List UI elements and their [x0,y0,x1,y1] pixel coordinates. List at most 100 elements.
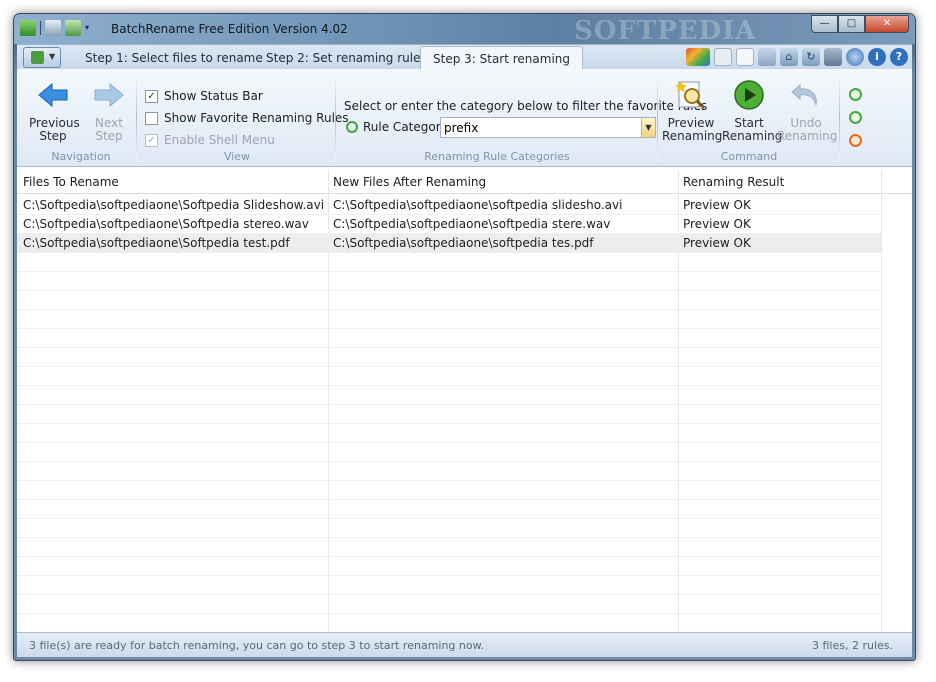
show-status-bar-checkbox[interactable]: ✓ Show Status Bar [145,89,263,103]
remove-rule-icon[interactable] [849,111,862,124]
grid-row-line [17,347,881,348]
chevron-down-icon[interactable]: ▼ [641,118,655,137]
start-renaming-label-2: Renaming [722,129,783,143]
rule-category-combo[interactable]: ▼ [440,117,656,138]
show-favorite-rules-checkbox[interactable]: Show Favorite Renaming Rules [145,111,349,125]
next-step-button[interactable]: Next Step [87,79,131,143]
column-header-result[interactable]: Renaming Result [683,175,784,189]
column-header-files-to-rename[interactable]: Files To Rename [23,175,119,189]
enable-shell-menu-checkbox[interactable]: ✓ Enable Shell Menu [145,133,275,147]
ribbon-separator [335,74,336,162]
file-grid[interactable]: Files To Rename New Files After Renaming… [17,167,912,637]
qat-divider [40,21,41,35]
skin-icon[interactable] [686,48,710,66]
category-instruction: Select or enter the category below to fi… [344,99,708,113]
home-icon[interactable]: ⌂ [780,48,798,66]
app-window: SOFTPEDIA ▾ BatchRename Free Edition Ver… [13,13,916,661]
info-icon[interactable]: i [868,48,886,66]
grid-row-line [17,537,881,538]
result-cell: Preview OK [683,217,751,231]
command-small-icons [849,88,862,147]
film-icon[interactable] [824,48,842,66]
previous-step-button[interactable]: Previous Step [29,79,80,143]
add-rule-icon[interactable] [849,88,862,101]
grid-row-line [17,366,881,367]
refresh-circle-icon [346,121,358,133]
grid-row-line [17,404,881,405]
title-bar[interactable]: SOFTPEDIA ▾ BatchRename Free Edition Ver… [14,14,915,46]
quick-access-toolbar: ▾ [20,20,93,36]
show-favorite-rules-label: Show Favorite Renaming Rules [164,111,349,125]
table-row[interactable]: C:\Softpedia\softpediaone\Softpedia ster… [17,215,881,234]
table-row[interactable]: C:\Softpedia\softpediaone\Softpedia Slid… [17,196,881,215]
save-icon[interactable] [45,20,61,36]
original-path-cell: C:\Softpedia\softpediaone\Softpedia ster… [23,217,309,231]
play-icon [734,80,764,110]
page-icon[interactable] [736,48,754,66]
new-path-cell: C:\Softpedia\softpediaone\softpedia slid… [333,198,623,212]
grid-row-line [17,442,881,443]
status-summary: 3 files, 2 rules. [811,639,893,652]
navigation-group-label: Navigation [51,150,111,163]
tab-step3[interactable]: Step 3: Start renaming [420,46,584,70]
undo-renaming-button[interactable]: Undo Renaming [777,79,838,143]
rule-category-input[interactable] [441,118,637,137]
checkbox-unchecked-icon [145,111,158,125]
grid-row-line [17,461,881,462]
view-group-label: View [223,150,251,163]
watermark: SOFTPEDIA [574,16,757,46]
app-menu-icon [31,51,44,64]
ribbon: Previous Step Next Step Navigation ✓ Sho… [17,69,912,167]
preview-renaming-button[interactable]: Preview Renaming [662,79,722,143]
maximize-button[interactable]: □ [838,15,865,33]
original-path-cell: C:\Softpedia\softpediaone\Softpedia test… [23,236,290,250]
globe-icon[interactable] [846,48,864,66]
ribbon-separator [839,74,840,162]
original-path-cell: C:\Softpedia\softpediaone\Softpedia Slid… [23,198,325,212]
enable-shell-menu-label: Enable Shell Menu [164,133,275,147]
qat-dropdown-icon[interactable]: ▾ [85,20,93,36]
undo-renaming-label-2: Renaming [777,129,838,143]
categories-group-label: Renaming Rule Categories [424,150,570,163]
result-cell: Preview OK [683,236,751,250]
ribbon-separator [657,74,658,162]
grid-row-line [17,480,881,481]
application-menu-button[interactable]: ▼ [23,47,61,68]
show-status-bar-label: Show Status Bar [164,89,263,103]
grid-header: Files To Rename New Files After Renaming… [17,170,912,194]
tab-step2[interactable]: Step 2: Set renaming rules [254,46,439,70]
window-title: BatchRename Free Edition Version 4.02 [111,22,348,36]
status-message: 3 file(s) are ready for batch renaming, … [29,639,485,652]
checkbox-checked-icon: ✓ [145,133,158,147]
grid-row-line [17,594,881,595]
tab-step1[interactable]: Step 1: Select files to rename [73,46,275,70]
document-icon[interactable] [714,48,732,66]
window-controls: — □ ✕ [811,15,909,33]
table-row-selected[interactable]: C:\Softpedia\softpediaone\Softpedia test… [17,234,881,253]
grid-row-line [17,214,881,215]
column-divider [881,170,882,637]
preview-magnifier-icon [675,81,706,110]
previous-step-label-2: Step [39,129,67,143]
grid-row-line [17,613,881,614]
grid-row-line [17,385,881,386]
arrow-left-icon [38,82,68,108]
close-button[interactable]: ✕ [865,15,909,33]
result-cell: Preview OK [683,198,751,212]
grid-row-line [17,309,881,310]
next-step-label-2: Step [95,129,123,143]
load-icon[interactable] [65,20,81,36]
arrow-right-icon [94,82,124,108]
grid-row-line [17,233,881,234]
grid-row-line [17,556,881,557]
start-renaming-button[interactable]: Start Renaming [722,79,783,143]
help-icon[interactable]: ? [890,48,908,66]
grid-row-line [17,499,881,500]
status-bar: 3 file(s) are ready for batch renaming, … [17,632,912,657]
column-header-new-files[interactable]: New Files After Renaming [333,175,486,189]
mail-icon[interactable] [758,48,776,66]
undo-icon [791,83,817,106]
swap-rule-icon[interactable] [849,134,862,147]
minimize-button[interactable]: — [811,15,838,33]
refresh-icon[interactable]: ↻ [802,48,820,66]
